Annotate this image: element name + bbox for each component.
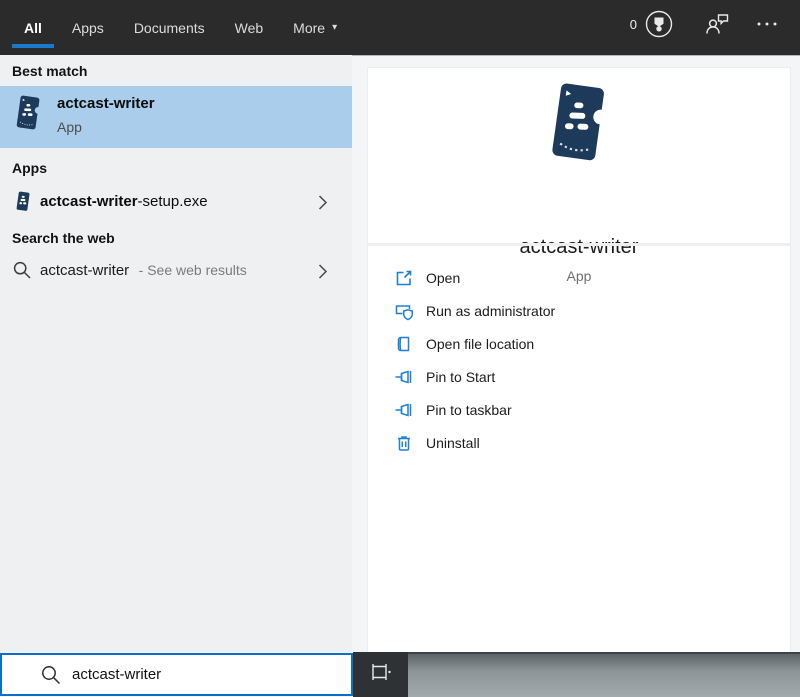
action-pin-to-start-label: Pin to Start	[426, 368, 496, 385]
tab-all[interactable]: All	[12, 0, 54, 55]
tab-web-label: Web	[234, 19, 264, 36]
more-options-icon[interactable]	[756, 20, 778, 28]
action-open-file-location[interactable]: Open file location	[368, 327, 790, 360]
search-header: All Apps Documents Web More ▾ 0	[0, 0, 800, 55]
taskbar-window-preview[interactable]	[408, 652, 800, 697]
rewards-medal-icon[interactable]	[644, 9, 674, 39]
app-card-icon-small	[15, 191, 31, 217]
tab-all-label: All	[24, 19, 42, 36]
web-query: actcast-writer	[40, 262, 130, 279]
section-apps: Apps	[12, 160, 47, 176]
search-box[interactable]	[0, 653, 353, 696]
trash-icon	[394, 433, 414, 453]
tab-more-label: More	[293, 19, 326, 36]
task-view-button[interactable]	[353, 652, 408, 697]
app-card-icon	[14, 95, 42, 136]
action-pin-to-start[interactable]: Pin to Start	[368, 360, 790, 393]
search-input[interactable]	[72, 655, 342, 694]
preview-app-name: actcast-writer	[519, 236, 639, 258]
tab-documents[interactable]: Documents	[134, 0, 205, 55]
search-icon	[40, 664, 62, 691]
admin-shield-icon	[394, 301, 414, 321]
app-icon-large	[546, 82, 610, 169]
results-panel: Best match actcast-writer App Apps actca…	[0, 55, 352, 652]
action-pin-to-taskbar-label: Pin to taskbar	[426, 401, 512, 418]
pin-icon	[394, 367, 414, 387]
task-view-icon	[369, 661, 393, 688]
preview-panel: actcast-writer App Open Run as administr…	[368, 68, 790, 652]
chevron-right-icon[interactable]	[317, 263, 328, 285]
apps-item-title-bold: actcast-writer	[40, 193, 138, 210]
open-icon	[394, 268, 414, 288]
header-actions: 0	[630, 0, 778, 48]
best-match-title: actcast-writer	[57, 95, 155, 112]
divider	[368, 243, 790, 246]
feedback-icon[interactable]	[704, 12, 730, 36]
action-uninstall-label: Uninstall	[426, 434, 480, 451]
filter-tabs: All Apps Documents Web More ▾	[12, 0, 337, 55]
apps-item-title-rest: -setup.exe	[137, 193, 208, 210]
file-location-icon	[394, 334, 414, 354]
apps-item-setup[interactable]: actcast-writer-setup.exe	[0, 182, 352, 222]
action-run-as-admin-label: Run as administrator	[426, 302, 556, 319]
pin-icon	[394, 400, 414, 420]
tab-documents-label: Documents	[133, 19, 205, 36]
action-uninstall[interactable]: Uninstall	[368, 426, 790, 459]
tab-more[interactable]: More ▾	[293, 0, 337, 55]
web-hint: - See web results	[138, 262, 247, 278]
tab-apps[interactable]: Apps	[72, 0, 104, 55]
search-window: All Apps Documents Web More ▾ 0 Best mat…	[0, 0, 800, 697]
action-open-label: Open	[426, 269, 461, 286]
search-icon	[12, 260, 32, 285]
action-pin-to-taskbar[interactable]: Pin to taskbar	[368, 393, 790, 426]
chevron-down-icon: ▾	[332, 22, 338, 33]
tab-web[interactable]: Web	[235, 0, 264, 55]
section-search-web: Search the web	[12, 230, 115, 246]
rewards-count: 0	[629, 16, 637, 32]
chevron-right-icon[interactable]	[317, 194, 328, 216]
tab-apps-label: Apps	[71, 19, 104, 36]
best-match-item[interactable]: actcast-writer App	[0, 86, 352, 148]
action-run-as-admin[interactable]: Run as administrator	[368, 294, 790, 327]
web-search-item[interactable]: actcast-writer - See web results	[0, 251, 352, 291]
action-open[interactable]: Open	[368, 261, 790, 294]
section-best-match: Best match	[12, 63, 88, 79]
best-match-type: App	[57, 119, 82, 135]
action-open-file-location-label: Open file location	[426, 335, 535, 352]
